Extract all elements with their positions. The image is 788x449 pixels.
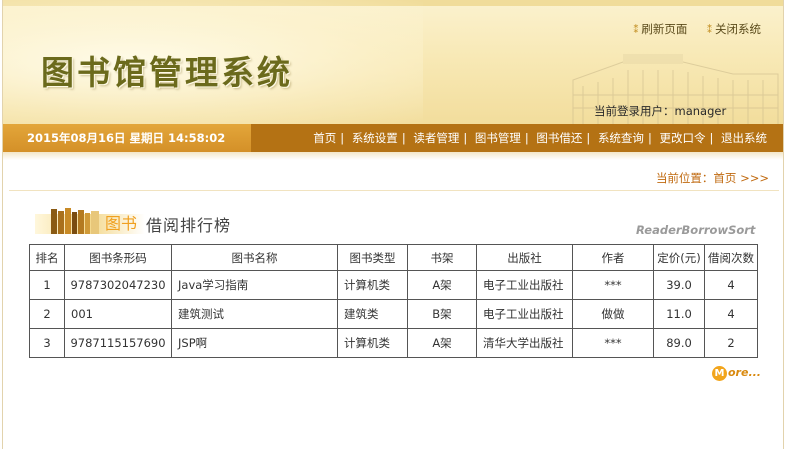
nav-item-password[interactable]: 更改口令 [659,131,705,145]
nav-item-settings[interactable]: 系统设置 [352,131,398,145]
col-publisher: 出版社 [476,244,573,271]
col-book-name: 图书名称 [171,244,338,271]
more-label: ore... [728,366,761,379]
col-rank: 排名 [29,244,65,271]
cell-book-name: Java学习指南 [171,270,338,300]
cell-book-type: 计算机类 [337,270,408,300]
nav-item-home[interactable]: 首页 [313,131,336,145]
nav-item-readers[interactable]: 读者管理 [413,131,459,145]
nav-datetime: 2015年08月16日 星期日 14:58:02 [3,124,251,152]
cell-publisher: 电子工业出版社 [476,299,573,329]
nav-bar: 2015年08月16日 星期日 14:58:02 首页 | 系统设置 | 读者管理 |… [3,124,783,152]
more-link[interactable]: More... [712,366,761,381]
login-user: 当前登录用户：manager [594,104,727,118]
close-link[interactable]: ⁑ 关闭系统 [707,21,761,37]
nav-item-borrow[interactable]: 图书借还 [536,131,582,145]
col-book-type: 图书类型 [337,244,408,271]
cell-rank: 3 [29,328,65,358]
close-label: 关闭系统 [715,22,761,36]
cell-barcode: 9787302047230 [64,270,172,300]
cell-rank: 2 [29,299,65,329]
cell-shelf: B架 [407,299,477,329]
cell-borrow-count: 4 [704,270,758,300]
col-author: 作者 [572,244,654,271]
cell-borrow-count: 4 [704,299,758,329]
cell-publisher: 清华大学出版社 [476,328,573,358]
app-title: 图书馆管理系统 [41,53,293,92]
cell-shelf: A架 [407,328,477,358]
cell-barcode: 001 [64,299,172,329]
nav-item-query[interactable]: 系统查询 [598,131,644,145]
cell-book-name: JSP啊 [171,328,338,358]
breadcrumb-divider [9,190,779,191]
cell-book-type: 计算机类 [337,328,408,358]
top-links: ⁑ 刷新页面 ⁑ 关闭系统 [617,21,761,37]
nav-menu: 首页 | 系统设置 | 读者管理 | 图书管理 | 图书借还 | 系统查询 | 更改口令 | … [313,131,767,145]
cell-price: 11.0 [653,299,705,329]
col-shelf: 书架 [407,244,477,271]
table-header-row: 排名 图书条形码 图书名称 图书类型 书架 出版社 作者 定价(元) 借阅次数 [29,244,758,271]
col-borrow-count: 借阅次数 [704,244,758,271]
nav-item-logout[interactable]: 退出系统 [721,131,767,145]
borrow-rank-table: 排名 图书条形码 图书名称 图书类型 书架 出版社 作者 定价(元) 借阅次数 … [29,244,758,358]
page-frame: 图书馆管理系统 ⁑ 刷新页面 ⁑ 关闭系统 当前登录用户：manager 2015年… [2,0,784,449]
cell-shelf: A架 [407,270,477,300]
refresh-icon: ⁑ [633,25,639,36]
books-icon: 图书 [35,208,145,234]
refresh-label: 刷新页面 [641,22,688,36]
cell-book-type: 建筑类 [337,299,408,329]
nav-shadow [3,152,783,160]
table-row: 1 9787302047230 Java学习指南 计算机类 A架 电子工业出版社… [29,270,758,300]
breadcrumb: 当前位置：首页 >>> [655,171,769,185]
cell-publisher: 电子工业出版社 [476,270,573,300]
nav-item-books[interactable]: 图书管理 [475,131,521,145]
section-subtitle: ReaderBorrowSort [636,223,756,237]
cell-rank: 1 [29,270,65,300]
table-row: 2 001 建筑测试 建筑类 B架 电子工业出版社 做做 11.0 4 [29,299,758,329]
more-icon: M [712,366,727,381]
cell-book-name: 建筑测试 [171,299,338,329]
cell-barcode: 9787115157690 [64,328,172,358]
cell-price: 39.0 [653,270,705,300]
refresh-link[interactable]: ⁑ 刷新页面 [633,21,687,37]
table-row: 3 9787115157690 JSP啊 计算机类 A架 清华大学出版社 ***… [29,328,758,358]
cell-borrow-count: 2 [704,328,758,358]
section-title: 借阅排行榜 [146,216,232,235]
cell-author: *** [572,328,654,358]
header-banner: 图书馆管理系统 ⁑ 刷新页面 ⁑ 关闭系统 当前登录用户：manager [3,0,783,124]
cell-price: 89.0 [653,328,705,358]
cell-author: 做做 [572,299,654,329]
col-barcode: 图书条形码 [64,244,172,271]
cell-author: *** [572,270,654,300]
section-icon-text: 图书 [105,214,137,233]
close-icon: ⁑ [707,25,712,36]
col-price: 定价(元) [653,244,705,271]
